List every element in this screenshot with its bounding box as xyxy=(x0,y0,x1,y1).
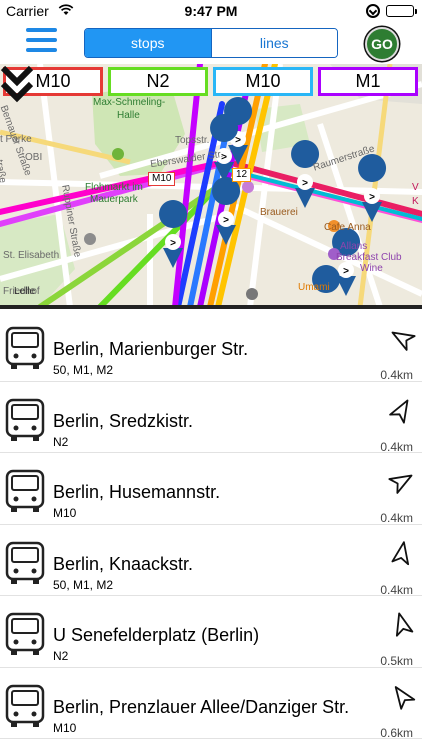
stop-name: U Senefelderplatz (Berlin) xyxy=(53,625,260,645)
stop-lines: M10 xyxy=(53,720,77,735)
tab-stops[interactable]: stops xyxy=(85,29,211,57)
bus-icon xyxy=(5,612,45,655)
map-label-breakfast: Breakfast Club xyxy=(336,252,402,263)
map-label-topsstr: Topsstr. xyxy=(175,135,210,146)
stop-distance: 0.4km xyxy=(380,511,413,525)
svg-text:>: > xyxy=(170,238,176,249)
map-label-brauerei: Brauerei xyxy=(260,207,298,218)
stop-name: Berlin, Marienburger Str. xyxy=(53,339,249,359)
stop-lines: 50, M1, M2 xyxy=(53,577,114,592)
svg-text:>: > xyxy=(235,135,241,146)
bus-icon xyxy=(5,326,45,369)
map-label-schmeling: Max-Schmeling- xyxy=(93,97,166,108)
battery-icon xyxy=(386,5,414,17)
stop-lines: N2 xyxy=(53,434,69,449)
list-item[interactable]: Berlin, Prenzlauer Allee/Danziger Str. M… xyxy=(0,668,422,740)
stop-distance: 0.4km xyxy=(380,439,413,454)
map-label-cafe-anna: Cafe Anna xyxy=(324,222,371,233)
direction-arrow-icon xyxy=(394,685,416,710)
map-label-tparke: t Parke xyxy=(0,134,32,145)
svg-text:>: > xyxy=(369,192,375,203)
stop-distance: 0.4km xyxy=(380,368,413,382)
list-item[interactable]: Berlin, Husemannstr. M10 0.4km xyxy=(0,453,422,525)
svg-text:>: > xyxy=(343,266,349,277)
go-button[interactable]: GO xyxy=(365,27,399,61)
direction-arrow-icon xyxy=(391,540,410,565)
line-filter-n2[interactable]: N2 xyxy=(108,67,208,96)
stop-distance: 0.4km xyxy=(380,582,413,597)
map-view[interactable]: > > > > > > > M10 N2 M10 M1 M10 12 Max-S… xyxy=(0,64,422,307)
list-item[interactable]: Berlin, Sredzkistr. N2 0.4km xyxy=(0,382,422,454)
direction-arrow-icon xyxy=(388,474,413,494)
bus-icon xyxy=(5,469,45,512)
map-list-divider[interactable] xyxy=(0,305,422,309)
stop-list: Berlin, Marienburger Str. 50, M1, M2 0.4… xyxy=(0,310,422,740)
stop-distance: 0.5km xyxy=(380,654,413,668)
map-label-flohmarkt: Flohmarkt im xyxy=(85,182,143,193)
app-header: stops lines GO xyxy=(0,22,422,64)
menu-icon[interactable] xyxy=(26,28,57,56)
map-label-allans: Allans xyxy=(340,241,368,252)
map-label-k: K xyxy=(412,196,419,207)
bus-icon xyxy=(5,541,45,584)
svg-text:>: > xyxy=(302,178,308,189)
bus-icon xyxy=(5,684,45,727)
tab-lines[interactable]: lines xyxy=(210,29,337,57)
stop-name: Berlin, Sredzkistr. xyxy=(53,410,194,431)
stop-lines: M10 xyxy=(53,506,77,520)
line-filter-m10-blue[interactable]: M10 xyxy=(213,67,313,96)
stop-lines: 50, M1, M2 xyxy=(53,363,114,377)
map-label-umami: Umami xyxy=(298,282,330,293)
map-label-elisabeth: St. Elisabeth xyxy=(3,250,60,261)
line-filter-m1[interactable]: M1 xyxy=(318,67,418,96)
bus-icon xyxy=(5,398,45,441)
list-item[interactable]: Berlin, Knaackstr. 50, M1, M2 0.4km xyxy=(0,525,422,597)
direction-arrow-icon xyxy=(389,399,409,424)
clock: 9:47 PM xyxy=(184,3,238,19)
map-label-lelle: Lelle xyxy=(14,286,36,297)
map-badge-12: 12 xyxy=(232,168,252,182)
map-label-wine: Wine xyxy=(360,263,383,274)
stop-name: Berlin, Prenzlauer Allee/Danziger Str. xyxy=(53,696,350,717)
collapse-map-icon[interactable] xyxy=(0,64,34,104)
status-bar: Carrier 9:47 PM xyxy=(0,0,422,22)
map-label-v: V xyxy=(412,182,419,193)
stops-lines-segmented-control: stops lines xyxy=(84,28,338,58)
direction-arrow-icon xyxy=(391,331,416,351)
rotation-lock-icon xyxy=(366,4,380,18)
svg-text:>: > xyxy=(223,215,229,226)
stop-name: Berlin, Knaackstr. xyxy=(53,553,194,574)
list-item[interactable]: U Senefelderplatz (Berlin) N2 0.5km xyxy=(0,596,422,668)
stop-lines: N2 xyxy=(53,649,69,663)
stop-distance: 0.6km xyxy=(380,725,413,740)
list-item[interactable]: Berlin, Marienburger Str. 50, M1, M2 0.4… xyxy=(0,310,422,382)
map-badge-m10: M10 xyxy=(148,172,176,186)
map-label-halle: Halle xyxy=(117,110,140,121)
map-label-mauerpark: Mauerpark xyxy=(90,194,138,205)
battery-tip xyxy=(415,9,417,14)
stop-name: Berlin, Husemannstr. xyxy=(53,482,221,502)
direction-arrow-icon xyxy=(395,612,414,637)
